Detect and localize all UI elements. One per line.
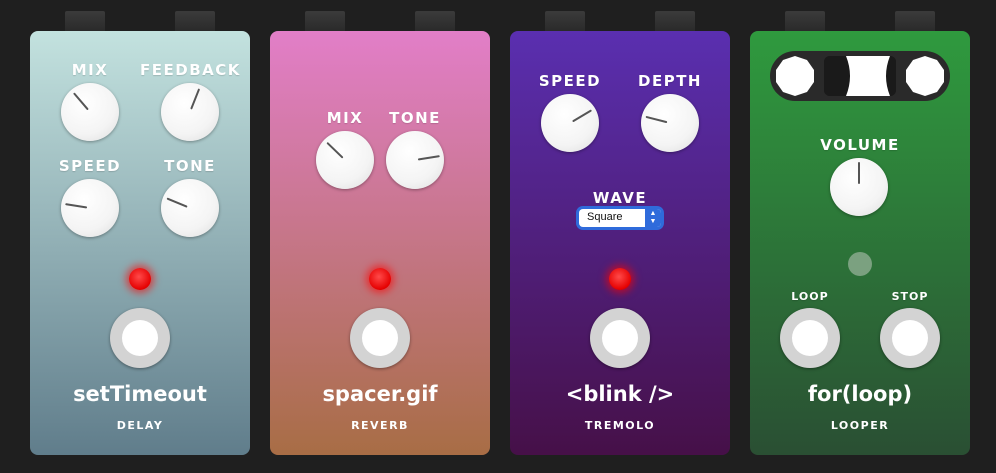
feedback-knob[interactable] <box>161 83 219 141</box>
output-jack <box>895 11 935 31</box>
mix-label: MIX <box>326 109 364 127</box>
input-jack <box>545 11 585 31</box>
mix-label: MIX <box>71 61 109 79</box>
status-led <box>848 252 872 276</box>
tone-label: TONE <box>164 157 216 175</box>
speed-label: SPEED <box>538 72 602 90</box>
tape-reel-right-icon <box>906 56 944 96</box>
knob-pointer <box>166 197 188 208</box>
footswitch[interactable] <box>590 308 650 368</box>
input-jack <box>65 11 105 31</box>
knob-pointer <box>326 142 344 159</box>
tremolo-pedal: SPEED DEPTH WAVE Square ▲ ▼ <blink /> TRE… <box>510 31 730 455</box>
knob-pointer <box>73 92 89 110</box>
volume-label: VOLUME <box>820 136 900 154</box>
input-jack <box>785 11 825 31</box>
delay-pedal: MIX FEEDBACK SPEED TONE setTimeout DELAY <box>30 31 250 455</box>
knob-pointer <box>858 162 860 184</box>
pedal-type: REVERB <box>351 419 409 432</box>
wave-select-value: Square <box>587 211 623 223</box>
output-jack <box>415 11 455 31</box>
tone-knob[interactable] <box>386 131 444 189</box>
chevron-updown-icon: ▲ ▼ <box>645 209 661 227</box>
depth-label: DEPTH <box>638 72 702 90</box>
pedal-type: LOOPER <box>830 419 890 432</box>
pedal-name: spacer.gif <box>322 382 438 406</box>
input-jack <box>305 11 345 31</box>
tape-window <box>824 56 896 96</box>
speed-knob[interactable] <box>541 94 599 152</box>
tape-reel-left-icon <box>776 56 814 96</box>
wave-select[interactable]: Square ▲ ▼ <box>579 209 661 227</box>
feedback-label: FEEDBACK <box>140 61 241 79</box>
status-led <box>129 268 151 290</box>
status-led <box>369 268 391 290</box>
status-led <box>609 268 631 290</box>
pedal-name: setTimeout <box>73 382 207 406</box>
mix-knob[interactable] <box>61 83 119 141</box>
mix-knob[interactable] <box>316 131 374 189</box>
volume-knob[interactable] <box>830 158 888 216</box>
tone-label: TONE <box>389 109 441 127</box>
pedal-type: TREMOLO <box>584 419 656 432</box>
knob-pointer <box>65 203 88 209</box>
loop-footswitch[interactable] <box>780 308 840 368</box>
tone-knob[interactable] <box>161 179 219 237</box>
stop-label: STOP <box>891 290 929 303</box>
knob-pointer <box>417 155 440 161</box>
knob-pointer <box>190 88 200 110</box>
knob-pointer <box>572 109 592 122</box>
wave-label: WAVE <box>592 189 648 207</box>
speed-label: SPEED <box>58 157 122 175</box>
output-jack <box>655 11 695 31</box>
pedal-name: <blink /> <box>565 382 675 406</box>
pedal-name: for(loop) <box>807 382 913 406</box>
footswitch[interactable] <box>110 308 170 368</box>
loop-label: LOOP <box>791 290 829 303</box>
depth-knob[interactable] <box>641 94 699 152</box>
stop-footswitch[interactable] <box>880 308 940 368</box>
looper-pedal: VOLUME LOOP STOP for(loop) LOOPER <box>750 31 970 455</box>
pedal-type: DELAY <box>116 419 164 432</box>
reverb-pedal: MIX TONE spacer.gif REVERB <box>270 31 490 455</box>
tape-display <box>770 51 950 101</box>
footswitch[interactable] <box>350 308 410 368</box>
speed-knob[interactable] <box>61 179 119 237</box>
output-jack <box>175 11 215 31</box>
knob-pointer <box>645 116 668 124</box>
